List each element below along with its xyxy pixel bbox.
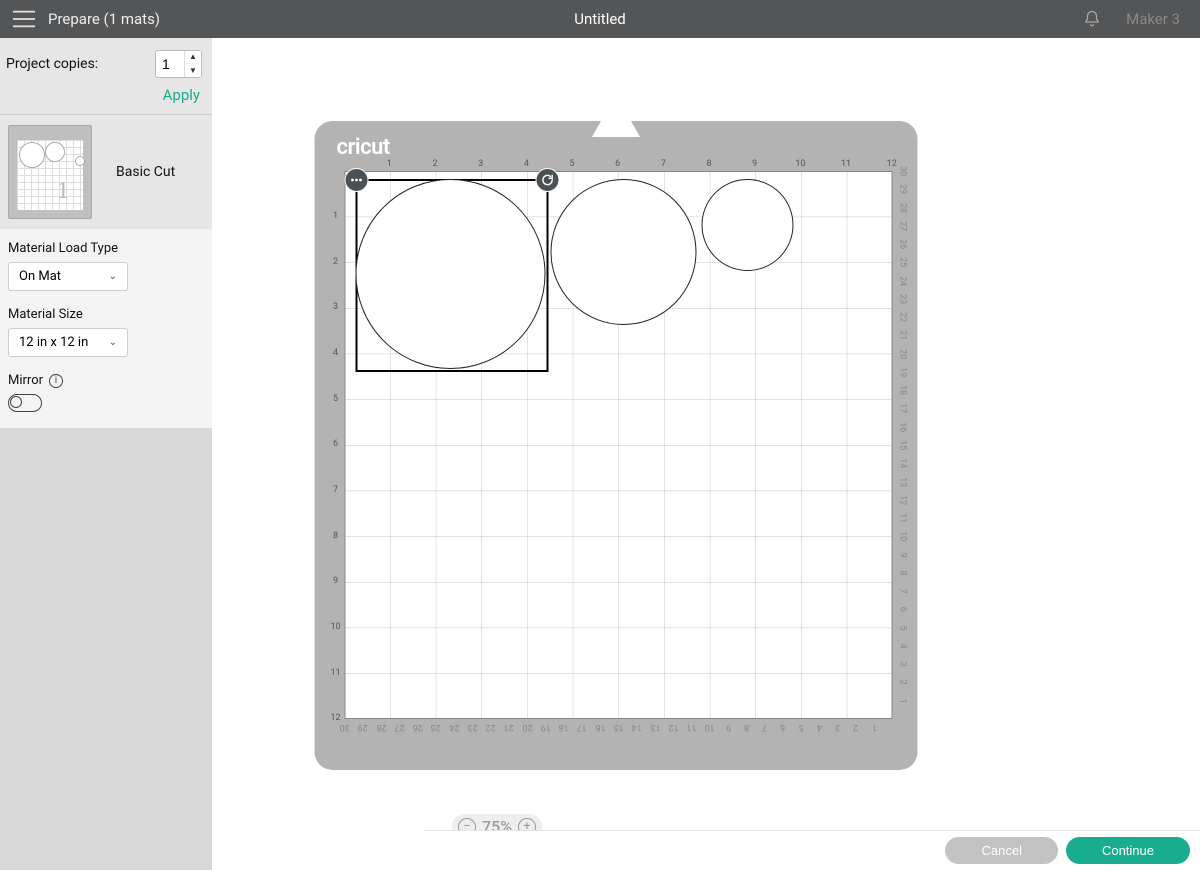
mat-thumbnail: 1 xyxy=(8,125,92,219)
topbar: Prepare (1 mats) Untitled Maker 3 xyxy=(0,0,1200,38)
shape-circle-large[interactable] xyxy=(356,179,546,369)
chevron-down-icon: ⌄ xyxy=(109,337,117,348)
mat-type-label: Basic Cut xyxy=(116,164,175,180)
hamburger-icon xyxy=(13,10,35,28)
footer-bar: Cancel Continue xyxy=(424,830,1200,870)
menu-button[interactable] xyxy=(0,0,48,38)
copies-input[interactable] xyxy=(156,56,184,72)
continue-button[interactable]: Continue xyxy=(1066,837,1190,864)
copies-increment[interactable]: ▲ xyxy=(185,51,201,64)
info-icon[interactable]: i xyxy=(49,374,63,388)
chevron-down-icon: ⌄ xyxy=(109,271,117,282)
rotate-icon xyxy=(541,173,555,187)
copies-decrement[interactable]: ▼ xyxy=(185,64,201,77)
size-label: Material Size xyxy=(8,307,204,322)
sidebar: Project copies: ▲ ▼ Apply 1 Basic Cut xyxy=(0,38,212,870)
ruler-left: 123456789101112 xyxy=(329,171,343,719)
ruler-right: 1234567891011121314151617181920212223242… xyxy=(892,171,906,719)
device-label[interactable]: Maker 3 xyxy=(1126,10,1180,28)
bell-icon xyxy=(1083,10,1101,28)
mat-hanger-icon xyxy=(586,121,646,137)
mirror-toggle[interactable] xyxy=(8,394,42,412)
selection-rotate-button[interactable] xyxy=(536,168,560,192)
grid-area[interactable] xyxy=(345,171,893,719)
copies-label: Project copies: xyxy=(6,56,98,72)
ruler-top: 123456789101112 xyxy=(345,159,893,171)
cricut-logo: cricut xyxy=(337,135,390,160)
load-type-select[interactable]: On Mat ⌄ xyxy=(8,262,128,291)
shape-circle-medium[interactable] xyxy=(551,179,697,325)
mirror-label: Mirror xyxy=(8,373,43,388)
shape-circle-small[interactable] xyxy=(702,179,794,271)
cancel-button[interactable]: Cancel xyxy=(945,837,1057,864)
cutting-mat[interactable]: cricut 123456789101112 123456789101112 1… xyxy=(315,121,918,770)
ruler-bottom: 1234567891011121314151617181920212223242… xyxy=(345,720,893,732)
load-type-label: Material Load Type xyxy=(8,241,204,256)
copies-stepper[interactable]: ▲ ▼ xyxy=(155,50,202,78)
notifications-button[interactable] xyxy=(1082,9,1102,29)
canvas-area: cricut 123456789101112 123456789101112 1… xyxy=(212,38,1200,870)
apply-button[interactable]: Apply xyxy=(0,84,212,114)
project-name[interactable]: Untitled xyxy=(574,10,626,28)
mat-item[interactable]: 1 Basic Cut xyxy=(0,115,212,229)
page-title: Prepare (1 mats) xyxy=(48,10,160,28)
more-icon xyxy=(351,178,363,182)
selection-more-button[interactable] xyxy=(345,168,369,192)
size-select[interactable]: 12 in x 12 in ⌄ xyxy=(8,328,128,357)
